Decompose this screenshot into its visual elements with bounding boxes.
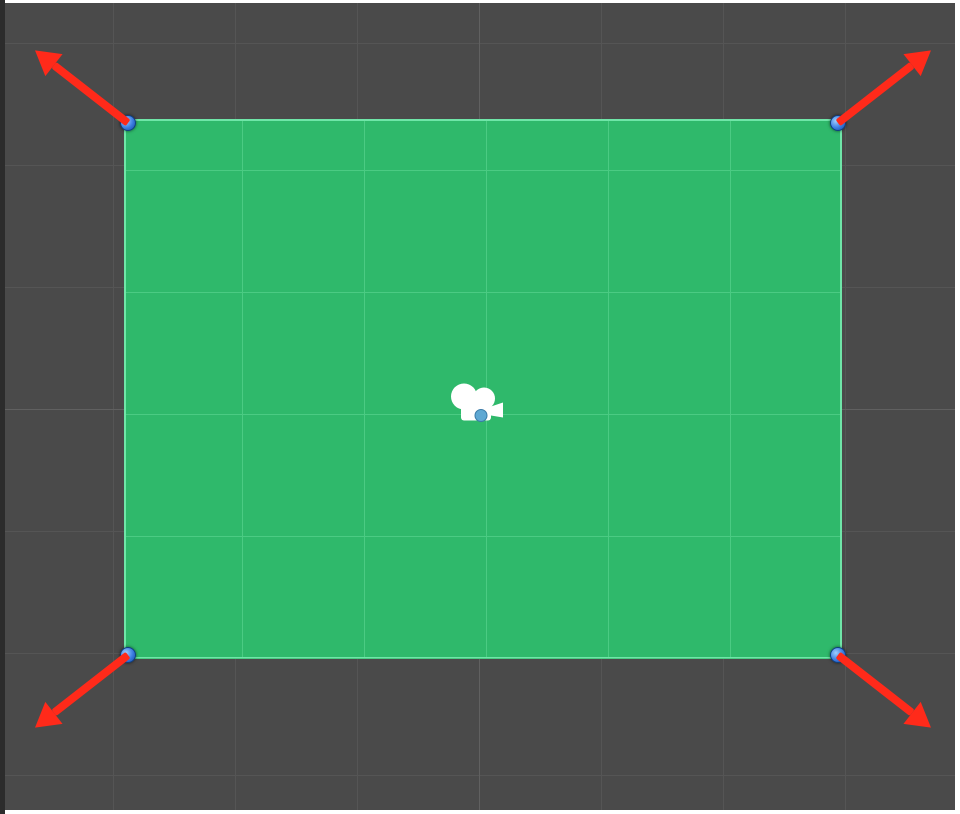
anchor-bottom-left[interactable]	[120, 647, 136, 663]
panel-grid-line-horizontal	[126, 170, 840, 171]
grid-line-horizontal	[5, 43, 955, 44]
panel-grid-line-horizontal	[126, 658, 840, 659]
panel-grid-line-horizontal	[126, 536, 840, 537]
panel-grid-line-vertical	[242, 121, 243, 657]
camera-gizmo-icon[interactable]	[449, 382, 509, 437]
panel-grid-line-vertical	[364, 121, 365, 657]
anchor-top-left[interactable]	[120, 115, 136, 131]
scene-viewport[interactable]	[5, 3, 955, 810]
outer-frame-left	[0, 0, 5, 814]
anchor-bottom-right[interactable]	[830, 647, 846, 663]
panel-grid-line-vertical	[730, 121, 731, 657]
anchor-top-right[interactable]	[830, 115, 846, 131]
panel-grid-line-horizontal	[126, 292, 840, 293]
grid-line-horizontal	[5, 775, 955, 776]
grid-line-vertical	[113, 3, 114, 810]
panel-grid-line-vertical	[608, 121, 609, 657]
